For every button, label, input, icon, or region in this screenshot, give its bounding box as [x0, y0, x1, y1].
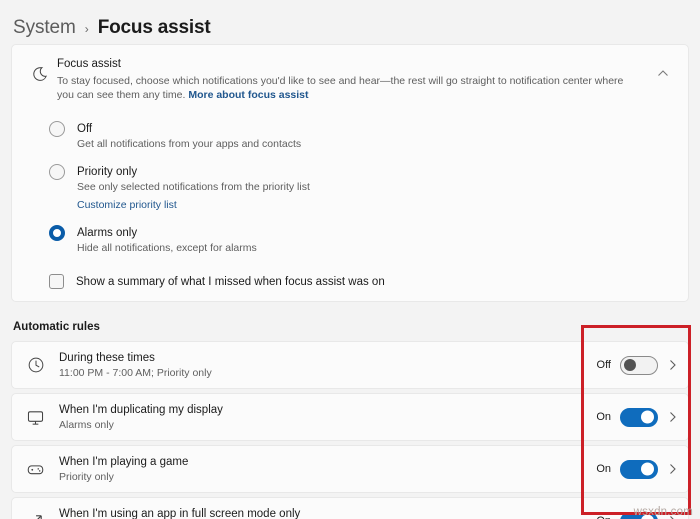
- radio-mark: [49, 121, 65, 137]
- rule-row-full-screen-mode[interactable]: When I'm using an app in full screen mod…: [11, 497, 689, 519]
- rule-row-playing-a-game[interactable]: When I'm playing a game Priority only On: [11, 445, 689, 493]
- focus-assist-description: To stay focused, choose which notificati…: [57, 74, 642, 102]
- rule-state-label: On: [596, 463, 611, 475]
- rule-subtitle: Priority only: [59, 470, 114, 483]
- radio-body: Off Get all notifications from your apps…: [77, 119, 301, 152]
- focus-assist-header-text: Focus assist To stay focused, choose whi…: [57, 56, 648, 102]
- breadcrumb-separator-icon: ›: [84, 22, 89, 36]
- focus-assist-description-text: To stay focused, choose which notificati…: [57, 75, 624, 101]
- page-title: Focus assist: [97, 16, 211, 38]
- rule-title: During these times: [59, 351, 155, 364]
- rule-state-label: Off: [596, 359, 611, 371]
- focus-level-radio-group: Off Get all notifications from your apps…: [12, 113, 688, 269]
- rule-state-label: On: [592, 515, 611, 519]
- more-about-focus-assist-link[interactable]: More about focus assist: [188, 89, 308, 101]
- gamepad-icon: [12, 460, 59, 479]
- radio-body: Priority only See only selected notifica…: [77, 162, 310, 213]
- breadcrumb-parent-system[interactable]: System: [13, 17, 76, 39]
- show-summary-checkbox[interactable]: Show a summary of what I missed when foc…: [12, 269, 688, 301]
- rule-text: When I'm playing a game Priority only: [59, 455, 592, 484]
- focus-assist-header: Focus assist To stay focused, choose whi…: [12, 45, 688, 113]
- rule-toggle-switch[interactable]: [620, 355, 658, 375]
- monitor-icon: [12, 408, 59, 427]
- toggle-knob: [641, 462, 654, 476]
- rule-toggle-switch[interactable]: [620, 407, 658, 427]
- radio-sublabel: Hide all notifications, except for alarm…: [77, 242, 257, 254]
- rule-toggle-switch[interactable]: [620, 459, 658, 479]
- rule-text: During these times 11:00 PM - 7:00 AM; P…: [59, 351, 592, 380]
- radio-mark: [49, 164, 65, 180]
- radio-option-priority-only[interactable]: Priority only See only selected notifica…: [12, 157, 688, 218]
- rule-controls: Off: [592, 355, 688, 375]
- chevron-right-icon[interactable]: [667, 411, 679, 423]
- rule-controls: On: [592, 459, 688, 479]
- rule-title: When I'm playing a game: [59, 455, 189, 468]
- focus-assist-card: Focus assist To stay focused, choose whi…: [11, 44, 689, 302]
- rule-state-label: On: [596, 411, 611, 423]
- chevron-up-icon[interactable]: [648, 56, 678, 80]
- radio-option-alarms-only[interactable]: Alarms only Hide all notifications, exce…: [12, 218, 688, 261]
- radio-option-off[interactable]: Off Get all notifications from your apps…: [12, 114, 688, 157]
- chevron-right-icon[interactable]: [667, 359, 679, 371]
- rule-title: When I'm duplicating my display: [59, 403, 223, 416]
- clock-icon: [12, 356, 59, 374]
- toggle-knob: [624, 359, 636, 371]
- rule-controls: On: [592, 407, 688, 427]
- radio-label: Priority only: [77, 166, 138, 178]
- radio-sublabel: Get all notifications from your apps and…: [77, 138, 302, 150]
- radio-mark: [49, 225, 65, 241]
- radio-body: Alarms only Hide all notifications, exce…: [77, 223, 257, 256]
- radio-label: Off: [77, 123, 93, 135]
- checkbox-mark: [49, 274, 64, 289]
- checkbox-label: Show a summary of what I missed when foc…: [76, 275, 385, 288]
- chevron-right-icon[interactable]: [667, 463, 679, 475]
- breadcrumb: System › Focus assist: [0, 0, 700, 44]
- automatic-rules-list: During these times 11:00 PM - 7:00 AM; P…: [0, 341, 700, 519]
- rule-text: When I'm duplicating my display Alarms o…: [59, 403, 592, 432]
- rule-subtitle: 11:00 PM - 7:00 AM; Priority only: [59, 366, 212, 379]
- radio-label: Alarms only: [77, 227, 138, 239]
- toggle-knob: [641, 410, 654, 424]
- moon-icon: [23, 56, 57, 83]
- rule-row-duplicating-display[interactable]: When I'm duplicating my display Alarms o…: [11, 393, 689, 441]
- customize-priority-list-link[interactable]: Customize priority list: [77, 197, 177, 213]
- radio-sublabel: See only selected notifications from the…: [77, 181, 310, 193]
- automatic-rules-heading: Automatic rules: [13, 321, 100, 333]
- focus-assist-title: Focus assist: [57, 58, 121, 70]
- rule-subtitle: Alarms only: [59, 418, 114, 431]
- watermark: wsxdn.com: [633, 506, 693, 518]
- rule-row-during-these-times[interactable]: During these times 11:00 PM - 7:00 AM; P…: [11, 341, 689, 389]
- fullscreen-arrows-icon: [12, 512, 59, 519]
- rule-text: When I'm using an app in full screen mod…: [59, 507, 592, 519]
- rule-title: When I'm using an app in full screen mod…: [59, 507, 301, 519]
